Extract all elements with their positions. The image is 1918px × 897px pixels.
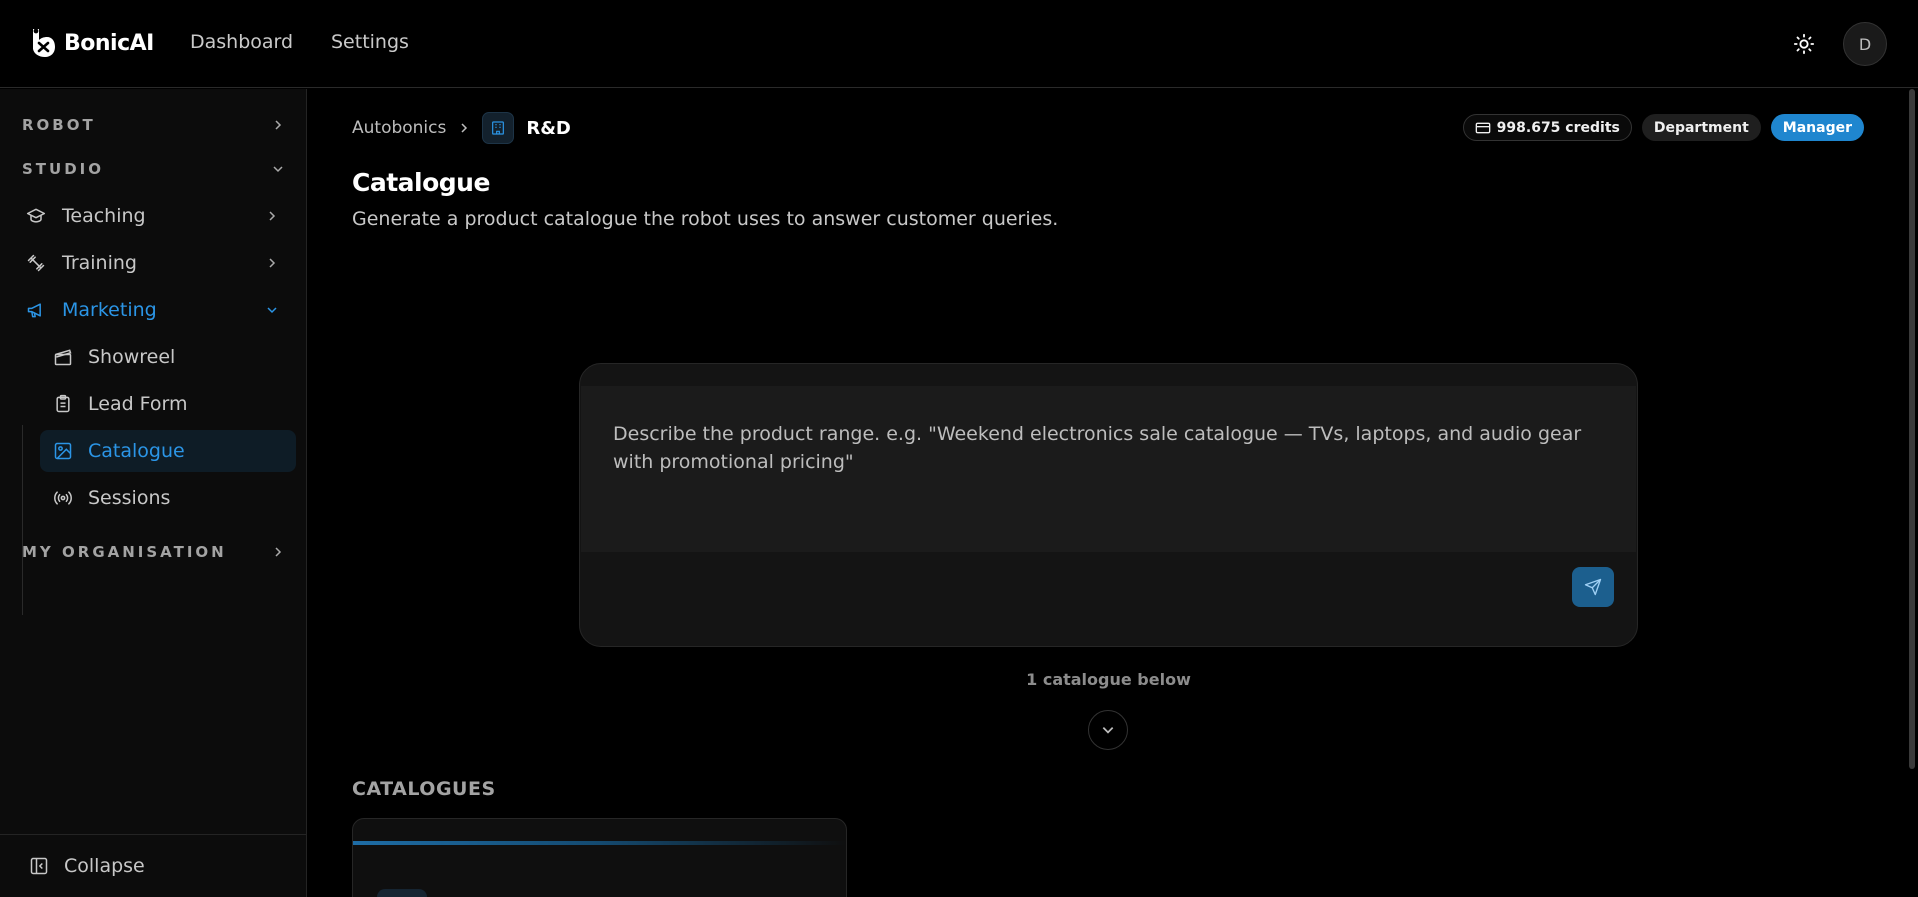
role-badge: Manager [1770,114,1864,141]
credit-card-icon [1475,122,1490,133]
card-progress-accent [353,841,846,845]
clapperboard-icon [52,346,74,368]
sidebar-item-teaching[interactable]: Teaching [20,196,288,236]
chevron-right-icon [275,120,282,130]
chevron-right-icon [269,258,276,268]
building-icon [482,112,515,144]
send-button[interactable] [1572,567,1614,607]
prompt-composer: Describe the product range. e.g. "Weeken… [579,363,1638,647]
brand-logo[interactable]: BonicAI [30,27,154,59]
section-label: MY ORGANISATION [22,543,227,561]
sidebar-subitem-lead-form[interactable]: Lead Form [40,383,296,425]
sidebar-item-label: Teaching [62,205,146,227]
section-label: STUDIO [22,160,104,178]
account-badges: 998.675 credits Department Manager [1462,114,1864,141]
radio-broadcast-icon [52,487,74,509]
sidebar-section-studio[interactable]: STUDIO [22,157,284,181]
clipboard-icon [52,393,74,415]
card-thumbnail [377,889,427,897]
bonicai-logo-icon [33,28,55,57]
sidebar-section-robot[interactable]: ROBOT [22,113,284,137]
sidebar-subitem-catalogue[interactable]: Catalogue [40,430,296,472]
collapse-sidebar-button[interactable]: Collapse [0,834,306,897]
collapse-label: Collapse [64,855,145,877]
credits-value: 998.675 credits [1496,119,1620,136]
sidebar-subitem-label: Catalogue [88,440,185,462]
sidebar-collapse-icon [28,855,50,877]
sidebar-subitem-label: Lead Form [88,393,188,415]
sun-icon [1793,33,1815,55]
breadcrumb-current: R&D [526,117,571,139]
sidebar-item-training[interactable]: Training [20,243,288,283]
sidebar-subitem-label: Showreel [88,346,176,368]
nav-dashboard[interactable]: Dashboard [190,31,293,53]
sidebar-item-label: Training [62,252,137,274]
credits-badge[interactable]: 998.675 credits [1462,114,1632,141]
sidebar-subitem-showreel[interactable]: Showreel [40,336,296,378]
top-bar: BonicAI Dashboard Settings D [0,0,1918,88]
sidebar-section-my-organisation[interactable]: MY ORGANISATION [22,540,284,564]
catalogue-count-text: 1 catalogue below [1026,670,1191,689]
catalogues-section-heading: CATALOGUES [352,778,496,800]
sidebar-subitem-label: Sessions [88,487,171,509]
chevron-right-icon [461,123,468,133]
chevron-down-icon [267,307,277,314]
nav-settings[interactable]: Settings [331,31,409,53]
chevron-right-icon [269,211,276,221]
chevron-down-icon [1102,727,1114,734]
brand-name: BonicAI [64,30,154,56]
user-avatar[interactable]: D [1843,22,1887,66]
page-title: Catalogue [352,168,490,197]
sidebar-item-marketing[interactable]: Marketing [20,290,288,330]
page-subtitle: Generate a product catalogue the robot u… [352,208,1059,230]
department-badge: Department [1641,114,1761,141]
chevron-right-icon [275,547,282,557]
sidebar-item-label: Marketing [62,299,157,321]
theme-toggle-button[interactable] [1792,32,1816,56]
breadcrumb: Autobonics R&D [352,112,571,144]
dumbbell-icon [24,251,48,275]
catalogue-card[interactable] [352,818,847,897]
section-label: ROBOT [22,116,96,134]
prompt-input[interactable]: Describe the product range. e.g. "Weeken… [581,386,1636,552]
submenu-guide-line [22,425,23,615]
megaphone-icon [24,298,48,322]
breadcrumb-parent-link[interactable]: Autobonics [352,118,446,138]
graduation-cap-icon [24,204,48,228]
sidebar-subitem-sessions[interactable]: Sessions [40,477,296,519]
scroll-down-button[interactable] [1088,710,1128,750]
send-icon [1584,578,1602,596]
sidebar: ROBOT STUDIO Teaching Training Marketing… [0,89,307,897]
image-icon [52,440,74,462]
chevron-down-icon [273,166,283,173]
page-scrollbar[interactable] [1909,89,1915,769]
